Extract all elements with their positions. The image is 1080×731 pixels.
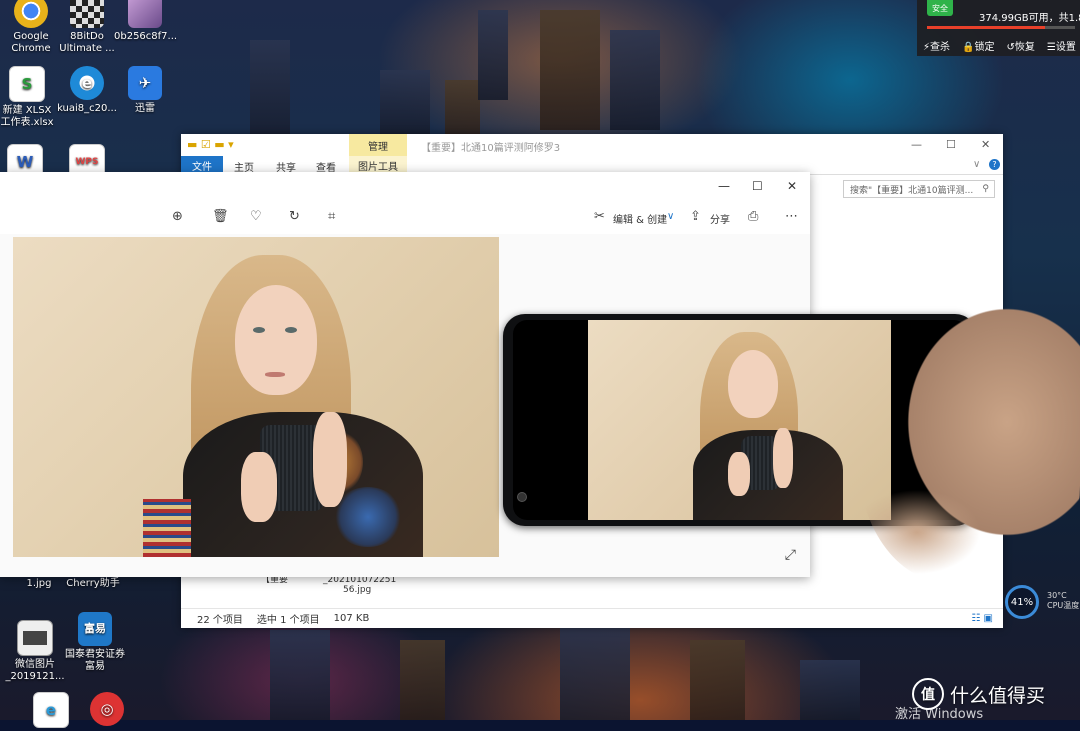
desktop-icon-label: 微信图片 _2019121... <box>5 659 65 682</box>
desktop-icon-image-file[interactable]: 0b256c8f7... <box>114 0 178 43</box>
desktop-partial-label-2: Cherry助手 <box>66 578 120 589</box>
netease-music-icon: ◎ <box>90 692 124 726</box>
cpu-temperature-widget: 41% 30°C CPU温度 <box>1003 583 1080 623</box>
cpu-label: CPU温度 <box>1047 601 1080 610</box>
phone-photo <box>588 320 891 520</box>
desktop-icon-label: Google Chrome <box>11 31 51 54</box>
maximize-icon[interactable]: ☐ <box>752 179 763 193</box>
desktop-icon-fuyi[interactable]: 富易 国泰君安证券 富易 <box>64 612 126 673</box>
safe-badge: 安全 <box>927 0 953 16</box>
crop-icon[interactable]: ⌗ <box>328 209 335 224</box>
share-icon: ⇪ <box>690 209 701 224</box>
rotate-icon[interactable]: ↻ <box>289 209 300 224</box>
fuyi-app-icon: 富易 <box>78 612 112 646</box>
wechat-image-icon <box>17 620 53 656</box>
desktop-icon-label: 国泰君安证券 富易 <box>65 649 125 672</box>
close-icon[interactable]: ✕ <box>787 179 797 193</box>
close-icon[interactable]: ✕ <box>981 138 990 151</box>
desktop-partial-label-1: 1.jpg <box>26 578 52 589</box>
gamepad-icon <box>70 0 104 28</box>
help-icon[interactable]: ? <box>989 159 1000 170</box>
desktop-icon-label: 0b256c8f7... <box>114 31 178 42</box>
scan-action[interactable]: ⚡查杀 <box>923 38 950 53</box>
fullscreen-expand-icon[interactable]: ⤢ <box>785 547 796 563</box>
displayed-photo <box>13 237 499 557</box>
explorer-title: 【重要】北通10篇评测阿修罗3 <box>421 143 561 154</box>
search-input[interactable]: 搜索"【重要】北通10篇评测... ⚲ <box>843 180 995 198</box>
disk-space-widget: 安全 374.99GB可用，共1.81TB ⚡查杀 🔒锁定 ↺恢复 ☰设置 <box>917 0 1080 56</box>
desktop-icon-chrome[interactable]: Google Chrome <box>0 0 62 55</box>
image-thumbnail-icon <box>128 0 162 28</box>
photos-titlebar: — ☐ ✕ <box>0 172 810 202</box>
installer-icon: e <box>70 66 104 100</box>
selected-count: 选中 1 个项目 <box>256 615 320 626</box>
settings-action[interactable]: ☰设置 <box>1047 38 1076 53</box>
chrome-icon <box>14 0 48 28</box>
desktop-icon-wechat-image[interactable]: 微信图片 _2019121... <box>4 620 66 683</box>
search-icon: ⚲ <box>982 184 989 194</box>
explorer-statusbar: 22 个项目 选中 1 个项目 107 KB ☷ ▣ <box>181 608 1003 628</box>
disk-usage-bar <box>927 26 1075 29</box>
search-placeholder: 搜索"【重要】北通10篇评测... <box>850 185 974 196</box>
photos-toolbar: ⊕ 🗑 ♡ ↻ ⌗ ✂ 编辑 & 创建 ∨ ⇪ 分享 ⎙ ⋯ <box>0 202 810 234</box>
desktop-icon-xlsx[interactable]: S 新建 XLSX 工作表.xlsx <box>0 66 58 129</box>
desktop-icon-kuai8[interactable]: e kuai8_c20... <box>56 66 118 115</box>
desktop-icon-netease[interactable]: ◎ <box>76 692 138 729</box>
lock-action[interactable]: 🔒锁定 <box>962 38 994 53</box>
folder-icon: ▬ ☑ ▬ ▾ <box>187 138 234 151</box>
favorite-heart-icon[interactable]: ♡ <box>250 209 262 224</box>
site-watermark: 值 什么值得买 <box>912 678 1045 710</box>
manage-context-tab[interactable]: 管理 <box>349 134 407 156</box>
chevron-down-icon[interactable]: ∨ <box>973 159 980 170</box>
desktop-icon-label: 迅雷 <box>135 103 155 114</box>
minimize-icon[interactable]: — <box>911 138 922 151</box>
desktop-icon-label: 新建 XLSX 工作表.xlsx <box>0 105 54 128</box>
hand-holding-phone <box>857 262 1080 582</box>
maximize-icon[interactable]: ☐ <box>946 138 956 151</box>
document-icon: e <box>33 692 69 728</box>
selected-size: 107 KB <box>333 613 370 624</box>
watermark-text: 什么值得买 <box>950 684 1046 707</box>
desktop-icon-xunlei[interactable]: ✈ 迅雷 <box>114 66 176 115</box>
share-button[interactable]: 分享 <box>710 211 730 226</box>
cpu-temp: 30°C <box>1047 591 1067 600</box>
print-icon[interactable]: ⎙ <box>748 209 758 224</box>
desktop-icon-8bitdo[interactable]: 8BitDo Ultimate ... <box>56 0 118 55</box>
front-camera-icon <box>517 492 527 502</box>
explorer-titlebar: ▬ ☑ ▬ ▾ 管理 【重要】北通10篇评测阿修罗3 — ☐ ✕ <box>181 134 1003 156</box>
list-item[interactable]: 56.jpg <box>343 585 396 595</box>
delete-icon[interactable]: 🗑 <box>212 209 229 224</box>
thunder-bird-icon: ✈ <box>128 66 162 100</box>
item-count: 22 个项目 <box>197 615 243 626</box>
spreadsheet-icon: S <box>9 66 45 102</box>
more-options-icon[interactable]: ⋯ <box>785 209 798 224</box>
restore-action[interactable]: ↺恢复 <box>1006 38 1034 53</box>
desktop-icon-label: kuai8_c20... <box>57 103 117 114</box>
view-toggle-icon[interactable]: ☷ ▣ <box>971 613 993 624</box>
edit-create-button[interactable]: 编辑 & 创建 <box>613 211 667 226</box>
chevron-down-icon[interactable]: ∨ <box>667 211 674 222</box>
watermark-logo-icon: 值 <box>912 678 944 710</box>
edit-icon: ✂ <box>594 209 605 224</box>
minimize-icon[interactable]: — <box>718 179 730 193</box>
cpu-usage-ring: 41% <box>1005 585 1039 619</box>
disk-capacity-text: 374.99GB可用，共1.81TB <box>979 13 1080 24</box>
zoom-in-icon[interactable]: ⊕ <box>172 209 183 224</box>
desktop-icon-label: 8BitDo Ultimate ... <box>59 31 115 54</box>
desktop-icon-bottom-doc[interactable]: e <box>20 692 82 731</box>
